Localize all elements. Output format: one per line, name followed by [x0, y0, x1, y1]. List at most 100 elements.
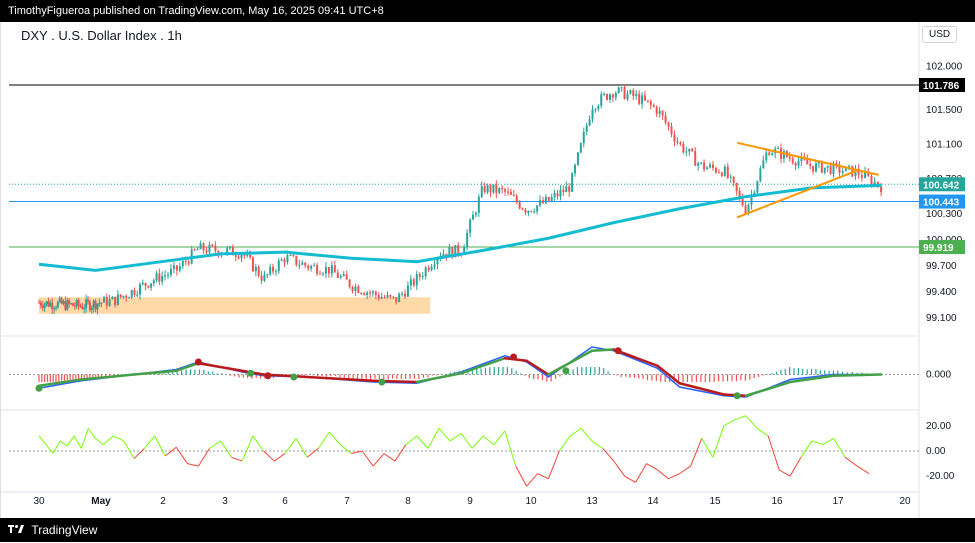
oscillator-line-segment — [123, 440, 135, 459]
candle-body — [114, 296, 117, 305]
candle-body — [711, 164, 714, 168]
oscillator-line-segment — [613, 460, 626, 477]
candle-body — [565, 186, 568, 193]
oscillator-line-segment — [394, 444, 407, 462]
time-tick-label: 14 — [647, 496, 659, 507]
candle-body — [688, 148, 691, 152]
candle-body — [530, 210, 533, 212]
candle-body — [489, 185, 492, 193]
candle-body — [386, 294, 389, 298]
candle-body — [714, 167, 717, 173]
oscillator-line-segment — [66, 435, 75, 447]
candle-body — [518, 202, 521, 209]
candle-body — [122, 295, 125, 298]
oscillator-line-segment — [767, 435, 780, 471]
candle-body — [158, 273, 161, 282]
candle-body — [181, 260, 184, 267]
currency-badge[interactable]: USD — [922, 26, 958, 43]
candle-body — [403, 293, 406, 297]
signal-line-segment — [80, 373, 136, 381]
candle-body — [658, 110, 661, 114]
signal-line-segment — [547, 349, 594, 376]
candle-body — [289, 255, 292, 257]
candle-body — [568, 186, 571, 192]
price-tick-label: 99.400 — [926, 287, 957, 298]
macd-tick-label: 0.000 — [926, 370, 951, 381]
candle-body — [202, 243, 205, 251]
oscillator-line-segment — [635, 463, 647, 483]
oscillator-line-segment — [102, 435, 114, 446]
oscillator-line-segment — [789, 457, 802, 477]
oscillator-line-segment — [144, 435, 156, 449]
oscillator-line-segment — [427, 428, 440, 449]
oscillator-line-segment — [723, 419, 736, 427]
candle-body — [246, 254, 249, 256]
candle-body — [562, 189, 565, 193]
candle-body — [556, 193, 559, 197]
candle-body — [515, 195, 518, 203]
candle-body — [726, 166, 729, 178]
tradingview-footer: TradingView — [0, 518, 975, 542]
oscillator-line-segment — [460, 433, 473, 449]
candle-body — [164, 275, 167, 277]
candle-body — [744, 205, 747, 214]
candle-body — [66, 300, 69, 310]
price-label: 100.443 — [923, 198, 960, 209]
candle-body — [269, 266, 272, 275]
oscillator-line-segment — [52, 440, 61, 454]
oscillator-line-segment — [679, 465, 691, 475]
candle-body — [412, 279, 415, 286]
oscillator-line-segment — [263, 450, 275, 462]
oscillator-line-segment — [87, 428, 96, 439]
oscillator-line-segment — [690, 438, 703, 467]
oscillator-line-segment — [734, 415, 747, 421]
chart-svg[interactable]: 99.10099.40099.700100.000100.300100.7001… — [1, 22, 975, 518]
candle-body — [125, 295, 128, 298]
candle-body — [103, 297, 106, 303]
oscillator-line-segment — [273, 453, 286, 462]
candle-body — [506, 191, 509, 193]
macd-cross-dot — [510, 353, 518, 361]
oscillator-line-segment — [241, 435, 254, 462]
candle-body — [723, 166, 726, 176]
price-tick-label: 99.700 — [926, 261, 957, 272]
oscillator-line-segment — [471, 435, 484, 449]
oscillator-line-segment — [493, 430, 506, 446]
candle-body — [229, 246, 232, 249]
candle-body — [155, 273, 158, 281]
candle-body — [324, 266, 327, 274]
oscillator-line-segment — [591, 440, 604, 449]
candle-body — [661, 110, 664, 116]
candle-body — [466, 232, 469, 247]
candle-body — [295, 255, 298, 265]
candle-body — [85, 299, 88, 309]
candle-body — [141, 282, 144, 285]
candle-body — [738, 191, 741, 197]
candle-body — [791, 158, 794, 163]
candle-body — [283, 259, 286, 263]
candle-body — [199, 243, 202, 250]
candle-body — [524, 209, 527, 213]
candle-body — [544, 196, 547, 204]
candle-body — [851, 165, 854, 177]
oscillator-line-segment — [383, 453, 396, 462]
candle-body — [480, 185, 483, 197]
candle-body — [339, 276, 342, 278]
candle-body — [433, 264, 436, 267]
candle-body — [579, 143, 582, 153]
candle-body — [172, 265, 175, 269]
oscillator-line-segment — [306, 448, 319, 458]
candle-body — [374, 291, 377, 296]
oscillator-line-segment — [231, 456, 243, 462]
candle-body — [56, 301, 59, 308]
candle-body — [614, 93, 617, 98]
candle-body — [100, 302, 103, 304]
chart-area[interactable]: 99.10099.40099.700100.000100.300100.7001… — [0, 22, 975, 518]
candle-body — [797, 161, 800, 166]
oscillator-line-segment — [38, 435, 47, 446]
oscillator-line-segment — [482, 435, 495, 446]
triangle-upper-line — [736, 141, 879, 176]
candle-body — [694, 151, 697, 166]
signal-line-segment — [744, 380, 792, 397]
time-tick-label: 17 — [832, 496, 844, 507]
